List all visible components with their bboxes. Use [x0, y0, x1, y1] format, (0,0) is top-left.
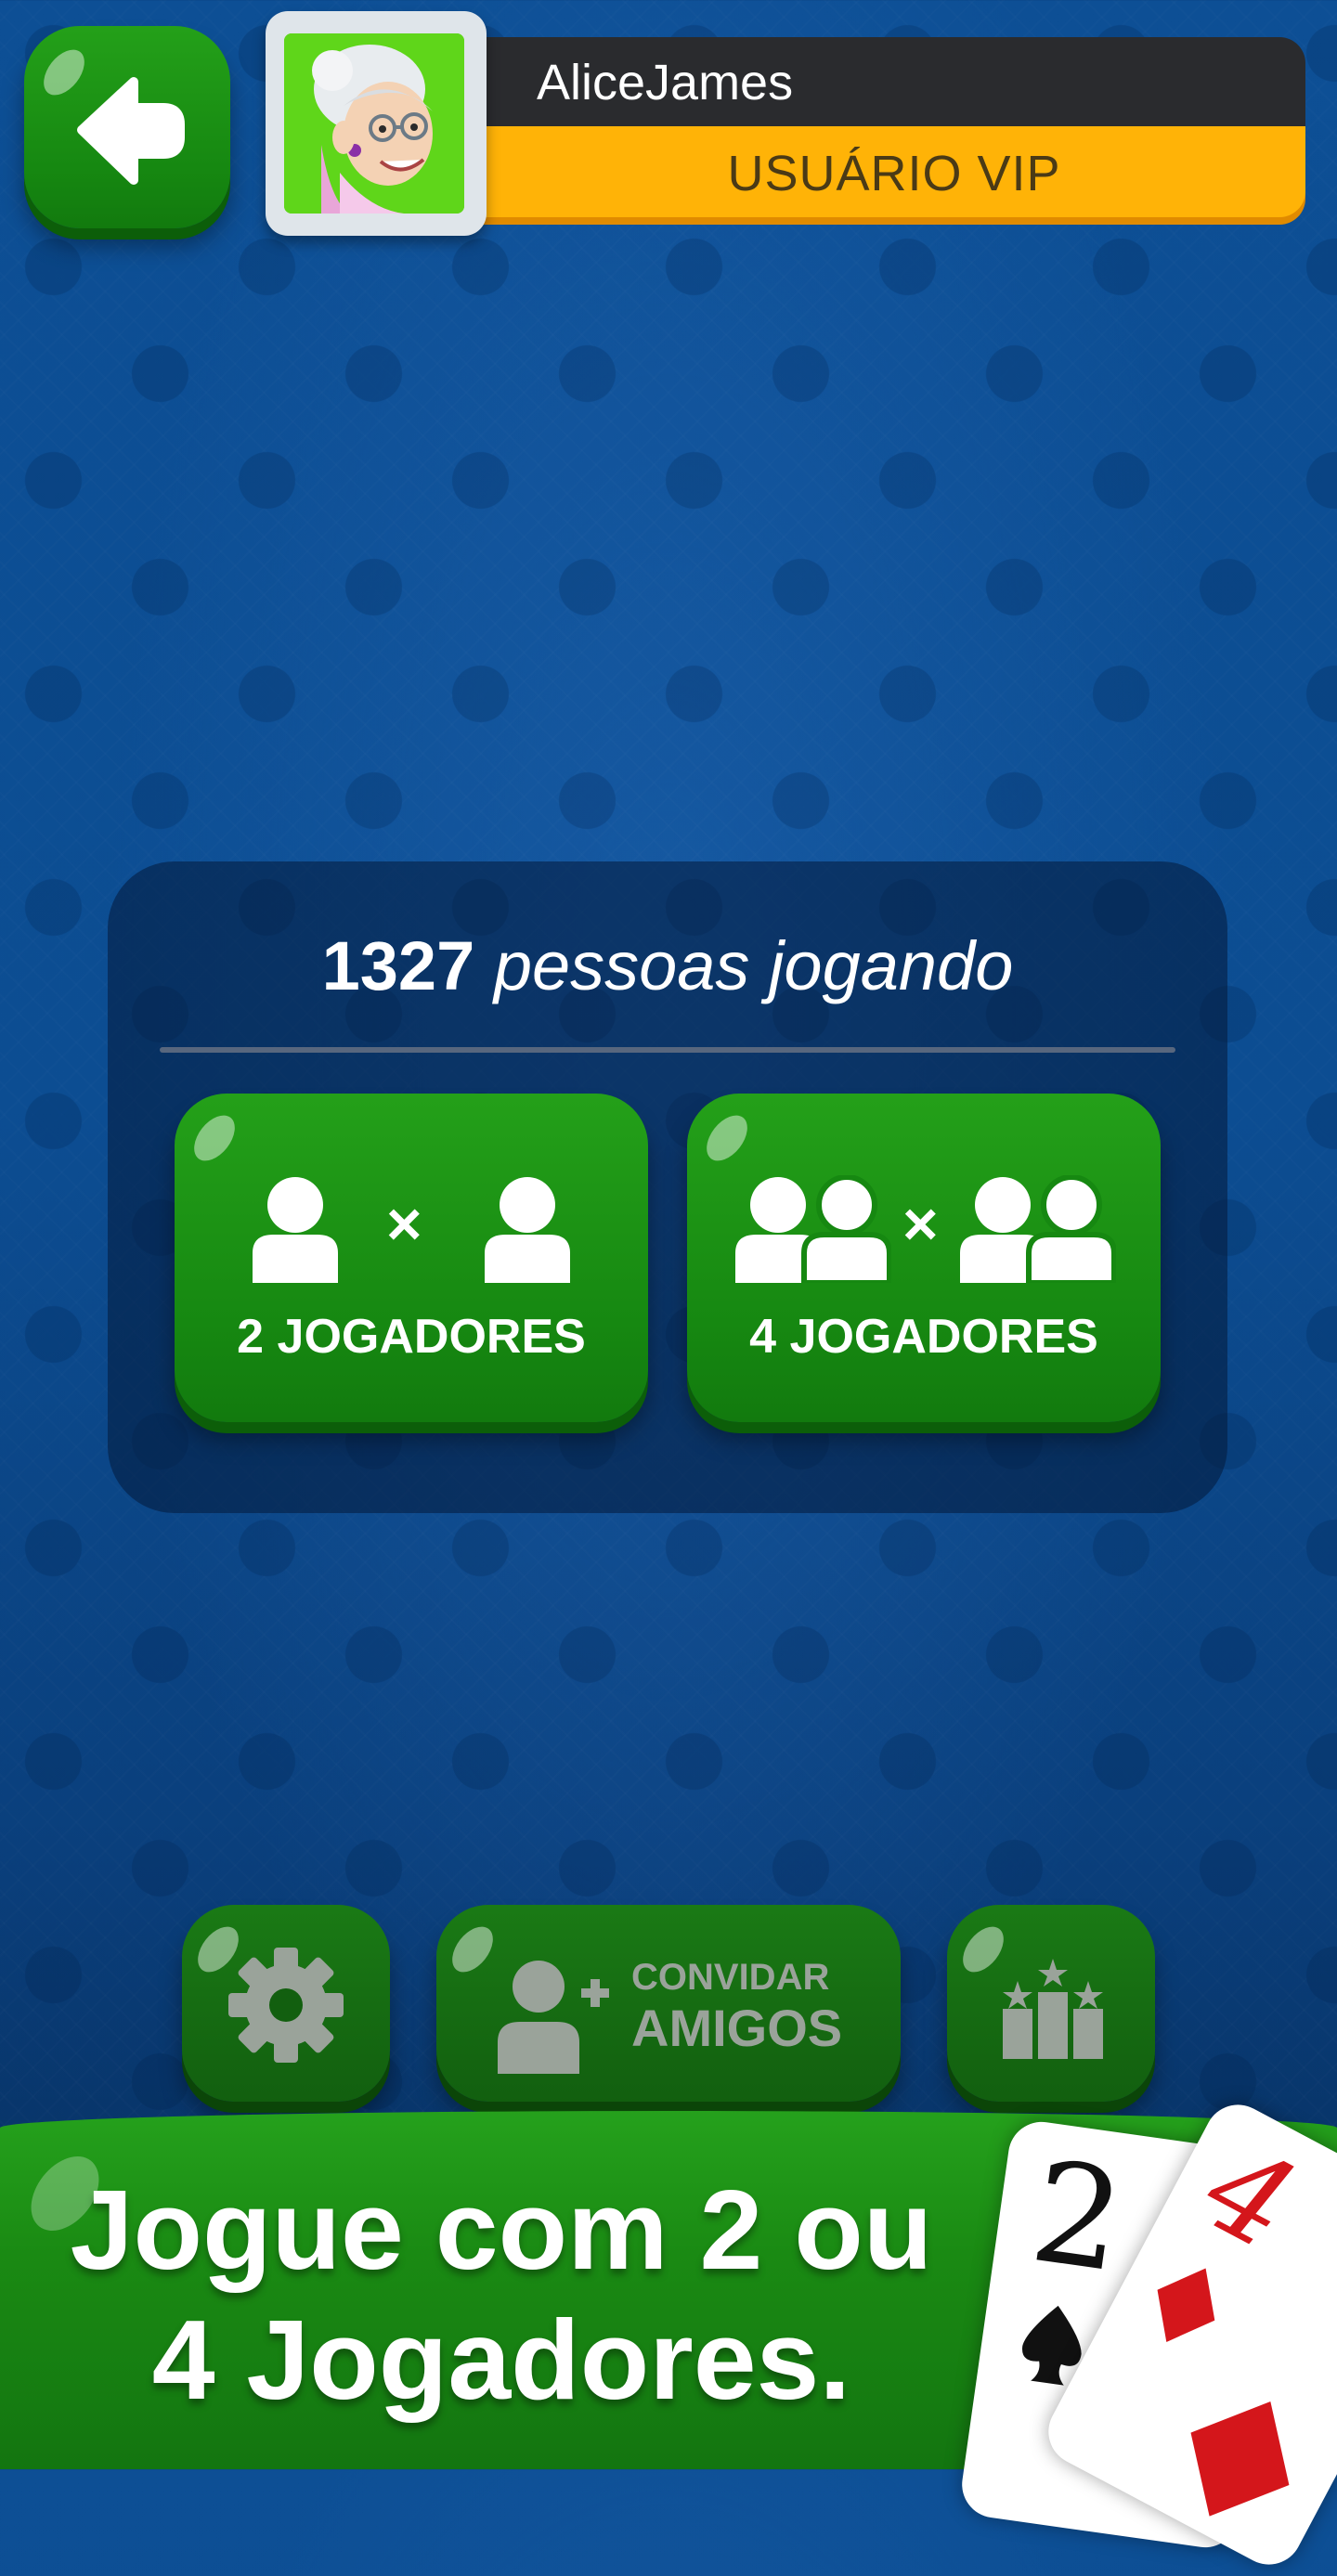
four-players-label: 4 JOGADORES: [749, 1310, 1098, 1364]
group-icon: [735, 1175, 891, 1283]
diamond-icon: [1190, 2401, 1290, 2517]
promo-line2: 4 Jogadores.: [151, 2297, 851, 2423]
divider: [160, 1047, 1175, 1053]
two-players-button[interactable]: × 2 JOGADORES: [175, 1094, 648, 1422]
avatar-image: [284, 33, 464, 214]
promo-line1: Jogue com 2 ou: [70, 2167, 933, 2293]
group-icon: [960, 1175, 1116, 1283]
grandma-avatar-icon: [284, 33, 464, 214]
person-icon: [253, 1177, 338, 1283]
invite-label-line1: CONVIDAR: [631, 1957, 830, 1998]
four-players-figures: ×: [687, 1175, 1161, 1287]
two-players-figures: ×: [175, 1175, 648, 1287]
online-players-text: 1327 pessoas jogando: [108, 926, 1227, 1005]
versus-icon: ×: [902, 1189, 939, 1258]
four-players-button[interactable]: × 4 JOGADORES: [687, 1094, 1161, 1422]
card-rank: 2: [1022, 2131, 1134, 2304]
versus-icon: ×: [386, 1189, 422, 1258]
person-icon: [485, 1177, 570, 1283]
invite-label-line2: AMIGOS: [631, 1999, 843, 2057]
vip-status-label: USUÁRIO VIP: [727, 146, 1061, 201]
online-count: 1327: [321, 927, 475, 1004]
username-bar: AliceJames: [483, 37, 1305, 126]
settings-button[interactable]: [182, 1905, 390, 2102]
card-rank: 4: [1183, 2116, 1318, 2278]
vip-status-bar: USUÁRIO VIP: [483, 126, 1305, 217]
add-user-icon: [498, 1961, 609, 2074]
diamond-icon: [1157, 2268, 1215, 2342]
two-players-label: 2 JOGADORES: [237, 1310, 586, 1364]
invite-friends-button[interactable]: CONVIDAR AMIGOS: [436, 1905, 901, 2102]
ranking-button[interactable]: [947, 1905, 1155, 2102]
avatar[interactable]: [266, 11, 487, 236]
gear-icon: [228, 1948, 344, 2063]
back-arrow-icon: [77, 77, 185, 185]
username: AliceJames: [537, 55, 794, 110]
promo-text: Jogue com 2 ou 4 Jogadores.: [28, 2165, 975, 2425]
online-label: pessoas jogando: [493, 927, 1014, 1004]
back-button[interactable]: [24, 26, 230, 228]
podium-icon: [1003, 1959, 1103, 2059]
